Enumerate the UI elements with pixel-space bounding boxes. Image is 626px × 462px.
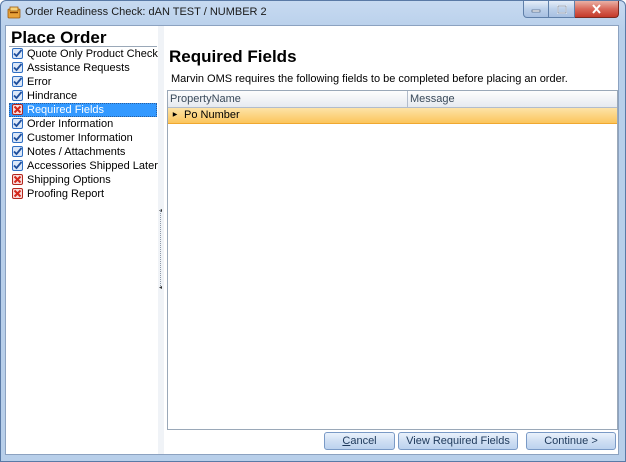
view-required-fields-button[interactable]: View Required Fields	[398, 432, 518, 450]
place-order-heading: Place Order	[11, 28, 107, 47]
row-pointer-icon: ▶	[172, 112, 178, 118]
window-title: Order Readiness Check: dAN TEST / NUMBER…	[25, 6, 267, 18]
check-item-label: Accessories Shipped Later	[27, 160, 158, 172]
check-icon	[12, 118, 23, 129]
column-header-message[interactable]: Message	[408, 91, 617, 107]
check-item-label: Hindrance	[27, 90, 78, 102]
close-icon	[592, 4, 601, 14]
check-item-label: Quote Only Product Check	[27, 48, 158, 60]
close-button[interactable]	[575, 1, 619, 18]
check-item-proofing-report[interactable]: Proofing Report	[9, 187, 157, 201]
splitter-grip	[160, 210, 163, 286]
check-item-quote-only-product-check[interactable]: Quote Only Product Check	[9, 47, 158, 61]
maximize-button[interactable]	[549, 1, 575, 18]
check-item-label: Shipping Options	[27, 174, 111, 186]
cell-property-name[interactable]: Po Number	[184, 108, 240, 123]
check-item-order-information[interactable]: Order Information	[9, 117, 157, 131]
page-title: Required Fields	[169, 47, 297, 66]
check-item-label: Required Fields	[27, 104, 105, 116]
check-item-label: Assistance Requests	[27, 62, 130, 74]
check-item-label: Error	[27, 76, 52, 88]
check-icon	[12, 48, 23, 59]
title-bar[interactable]: Order Readiness Check: dAN TEST / NUMBER…	[1, 1, 625, 25]
continue-button[interactable]: Continue >	[526, 432, 616, 450]
cancel-button[interactable]: Cancel	[324, 432, 395, 450]
required-fields-grid[interactable]: PropertyName Message ▶ Po Number	[167, 90, 618, 430]
check-icon	[12, 62, 23, 73]
grid-header: PropertyName Message	[168, 91, 617, 108]
check-item-error[interactable]: Error	[9, 75, 157, 89]
check-item-label: Notes / Attachments	[27, 146, 126, 158]
check-icon	[12, 132, 23, 143]
cancel-label: ancel	[350, 435, 377, 447]
column-header-propertyname[interactable]: PropertyName	[168, 91, 408, 107]
check-icon	[12, 90, 23, 101]
page-description: Marvin OMS requires the following fields…	[171, 73, 568, 85]
check-icon	[12, 146, 23, 157]
minimize-icon	[531, 9, 541, 13]
left-pane: Place Order Quote Only Product Check Assi…	[6, 26, 158, 454]
x-mark-icon	[12, 104, 23, 115]
check-item-hindrance[interactable]: Hindrance	[9, 89, 157, 103]
check-item-shipping-options[interactable]: Shipping Options	[9, 173, 157, 187]
maximize-icon	[556, 4, 567, 14]
minimize-button[interactable]	[523, 1, 549, 18]
check-icon	[12, 160, 23, 171]
check-list: Quote Only Product Check Assistance Reque…	[9, 46, 158, 201]
check-item-accessories-shipped-later[interactable]: Accessories Shipped Later	[9, 159, 158, 173]
x-mark-icon	[12, 174, 23, 185]
check-item-label: Customer Information	[27, 132, 133, 144]
check-item-assistance-requests[interactable]: Assistance Requests	[9, 61, 157, 75]
client-area: Place Order Quote Only Product Check Assi…	[5, 25, 619, 455]
right-pane: Required Fields Marvin OMS requires the …	[164, 26, 618, 454]
check-item-customer-information[interactable]: Customer Information	[9, 131, 157, 145]
check-item-required-fields[interactable]: Required Fields	[9, 103, 157, 117]
splitter-arrow-icon[interactable]: ◂	[159, 284, 162, 291]
app-icon	[7, 6, 21, 19]
x-mark-icon	[12, 188, 23, 199]
order-readiness-window: Order Readiness Check: dAN TEST / NUMBER…	[0, 0, 626, 462]
check-item-notes-attachments[interactable]: Notes / Attachments	[9, 145, 157, 159]
check-icon	[12, 76, 23, 87]
check-item-label: Proofing Report	[27, 188, 105, 200]
caption-buttons	[523, 1, 619, 19]
check-item-label: Order Information	[27, 118, 114, 130]
table-row[interactable]: ▶ Po Number	[168, 108, 617, 124]
